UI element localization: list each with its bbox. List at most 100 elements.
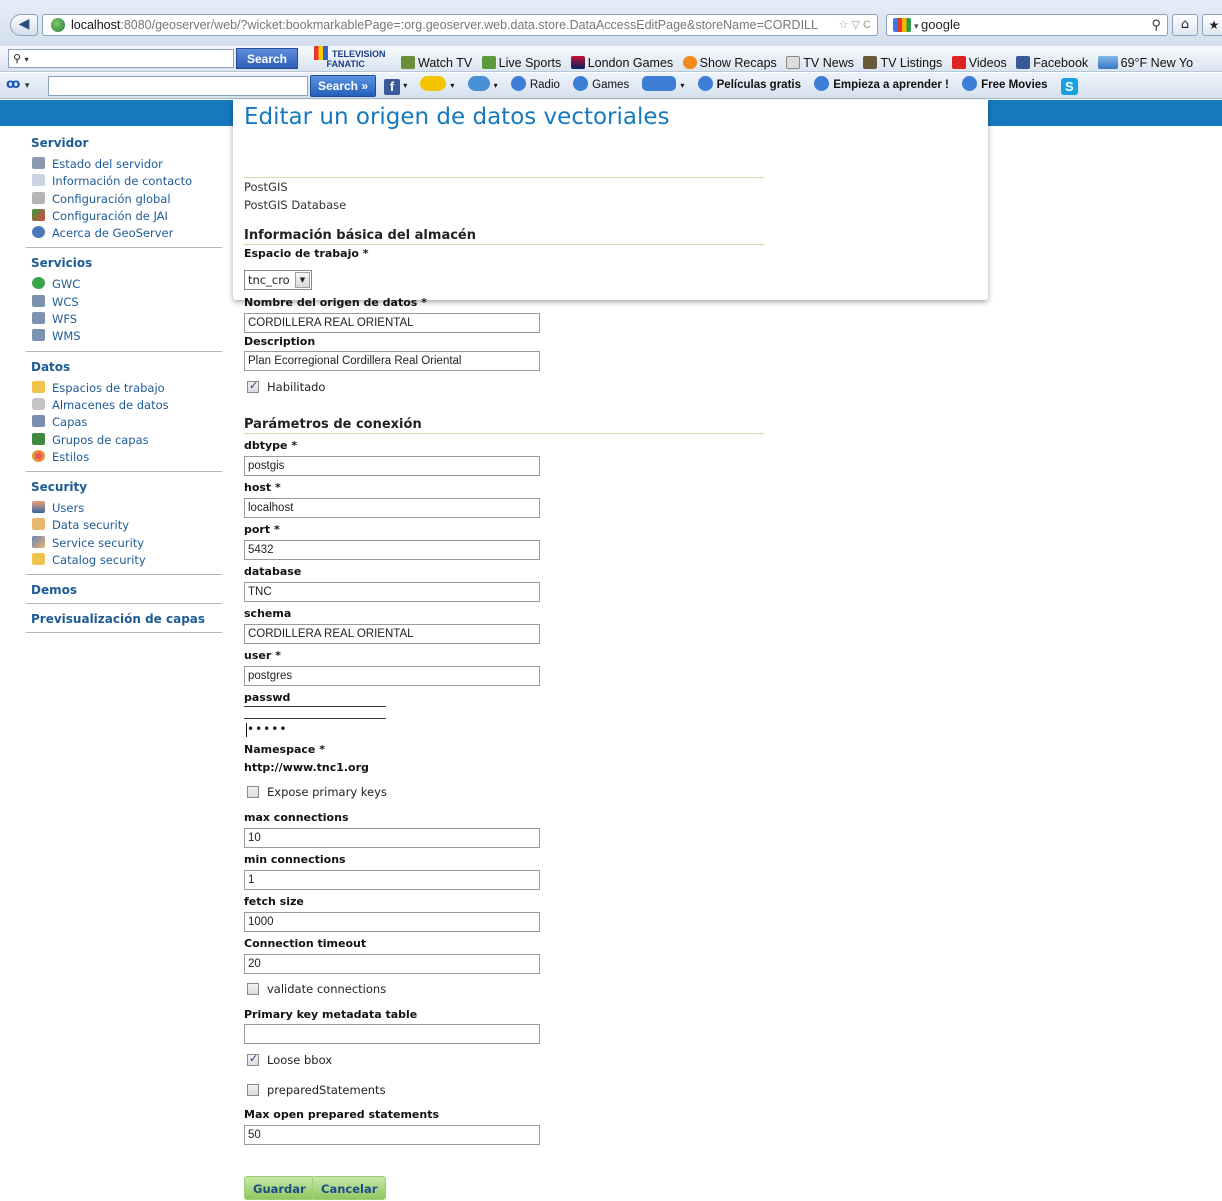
toolbar-link-watch-tv[interactable]: Watch TV — [401, 56, 472, 70]
sidebar-item-label: Configuración de JAI — [52, 208, 168, 223]
site-identity-icon[interactable] — [51, 18, 65, 32]
datasource-name-input[interactable]: CORDILLERA REAL ORIENTAL — [244, 313, 540, 333]
toolbar-link-videos[interactable]: Videos — [951, 56, 1007, 70]
expose-primary-keys-checkbox[interactable] — [247, 786, 259, 798]
radio-button[interactable]: Radio — [510, 76, 560, 91]
home-icon: ⌂ — [1180, 17, 1190, 32]
description-input[interactable]: Plan Ecorregional Cordillera Real Orient… — [244, 351, 540, 371]
empieza-a-aprender-link[interactable]: Empieza a aprender ! — [814, 76, 949, 91]
store-type-description: PostGIS Database — [244, 198, 347, 212]
sidebar-item-grupos-de-capas[interactable]: Grupos de capas — [26, 432, 222, 449]
enabled-checkbox[interactable] — [247, 379, 259, 393]
search-icon[interactable]: ⚲ — [1151, 15, 1161, 35]
sidebar-item-data-security[interactable]: Data security — [26, 517, 222, 534]
toolbar-link-live-sports[interactable]: Live Sports — [481, 56, 561, 70]
toolbar-logo-icon[interactable]: ꝏ ▾ — [6, 77, 44, 95]
pk-metadata-table-input[interactable] — [244, 1024, 540, 1044]
max-prepared-statements-input[interactable]: 50 — [244, 1125, 540, 1145]
port-label: port * — [244, 523, 280, 536]
dropdown-arrow-icon[interactable]: ▽ — [852, 19, 860, 31]
toolbar-link-tv-listings[interactable]: TV Listings — [863, 56, 942, 70]
toolbar-link-show-recaps[interactable]: Show Recaps — [682, 56, 777, 70]
sidebar-item-espacios-de-trabajo[interactable]: Espacios de trabajo — [26, 380, 222, 397]
games-button[interactable]: Games — [573, 76, 629, 91]
sidebar-item-configuracion-de-jai[interactable]: Configuración de JAI — [26, 208, 222, 225]
search-engine-icon[interactable] — [893, 18, 911, 32]
search-engine-dropdown-icon[interactable]: ▾ — [914, 21, 921, 31]
browser-search-query: google — [921, 17, 961, 32]
dbtype-input[interactable]: postgis — [244, 456, 540, 476]
sidebar-item-estado-del-servidor[interactable]: Estado del servidor — [26, 156, 222, 173]
chevron-down-icon[interactable]: ▼ — [295, 272, 310, 288]
sidebar-item-wms[interactable]: WMS — [26, 328, 222, 345]
save-button[interactable]: Guardar — [244, 1176, 315, 1200]
sidebar-item-wfs[interactable]: WFS — [26, 311, 222, 328]
sidebar-section-servicios: Servicios GWC WCS WFS WMS — [26, 256, 222, 352]
sidebar-item-estilos[interactable]: Estilos — [26, 449, 222, 466]
smiley-button[interactable]: ▾ — [420, 76, 454, 91]
sidebar-item-service-security[interactable]: Service security — [26, 535, 222, 552]
toolbar-search-input[interactable]: ⚲ ▾ — [8, 49, 234, 68]
bookmark-star-icon[interactable]: ☆ — [839, 19, 849, 31]
max-connections-input[interactable]: 10 — [244, 828, 540, 848]
passwd-input[interactable]: ••••• — [244, 718, 386, 738]
media-button[interactable]: ▾ — [642, 76, 684, 91]
schema-input[interactable]: CORDILLERA REAL ORIENTAL — [244, 624, 540, 644]
toolbar-2-search-button[interactable]: Search » — [310, 75, 376, 97]
fetch-size-input[interactable]: 1000 — [244, 912, 540, 932]
database-input[interactable]: TNC — [244, 582, 540, 602]
home-button[interactable]: ⌂ — [1172, 14, 1198, 36]
palette-icon — [32, 449, 45, 462]
sidebar-item-wcs[interactable]: WCS — [26, 294, 222, 311]
connection-timeout-input[interactable]: 20 — [244, 954, 540, 974]
address-bar[interactable]: localhost:8080/geoserver/web/?wicket:boo… — [42, 14, 878, 36]
toolbar-link-tv-news[interactable]: TV News — [786, 56, 854, 70]
url-host: localhost — [71, 18, 121, 32]
skype-button[interactable]: S — [1060, 78, 1078, 95]
facebook-button[interactable]: f ▾ — [384, 79, 407, 95]
sidebar-item-capas[interactable]: Capas — [26, 414, 222, 431]
toolbar-weather[interactable]: 69°F New Yo — [1097, 56, 1193, 70]
television-fanatic-logo[interactable]: TELEVISION FANATIC — [314, 46, 386, 69]
sidebar-item-almacenes-de-datos[interactable]: Almacenes de datos — [26, 397, 222, 414]
sidebar-item-configuracion-global[interactable]: Configuración global — [26, 191, 222, 208]
port-input[interactable]: 5432 — [244, 540, 540, 560]
folder-icon — [32, 380, 45, 393]
validate-connections-checkbox[interactable] — [247, 983, 259, 995]
reload-icon[interactable]: C — [863, 19, 871, 31]
user-input[interactable]: postgres — [244, 666, 540, 686]
dropdown-arrow-icon[interactable]: ▾ — [25, 55, 29, 64]
sidebar-item-informacion-de-contacto[interactable]: Información de contacto — [26, 173, 222, 190]
toolbar-search-button[interactable]: Search — [236, 48, 298, 69]
toolbar-2-search-input[interactable] — [48, 76, 308, 96]
layer-group-icon — [32, 432, 45, 445]
cancel-button[interactable]: Cancelar — [312, 1176, 387, 1200]
host-input[interactable]: localhost — [244, 498, 540, 518]
browser-search-box[interactable]: ▾ google ⚲ — [886, 14, 1168, 36]
bookmarks-button[interactable]: ★ — [1202, 14, 1222, 36]
free-movies-link[interactable]: Free Movies — [962, 76, 1048, 91]
sidebar-item-gwc[interactable]: GWC — [26, 276, 222, 293]
store-type: PostGIS — [244, 180, 288, 194]
min-connections-input[interactable]: 1 — [244, 870, 540, 890]
back-button[interactable]: ◀ — [10, 14, 38, 36]
workspace-select[interactable]: tnc_cro ▼ — [244, 270, 312, 290]
toolbar-link-london-games[interactable]: London Games — [570, 56, 674, 70]
sidebar-item-catalog-security[interactable]: Catalog security — [26, 552, 222, 569]
sidebar-link-demos[interactable]: Demos — [31, 583, 222, 597]
toolbar-link-facebook[interactable]: Facebook — [1016, 56, 1088, 70]
sidebar-item-acerca-de-geoserver[interactable]: Acerca de GeoServer — [26, 225, 222, 242]
loose-bbox-checkbox[interactable] — [247, 1052, 259, 1066]
link-label: London Games — [587, 56, 674, 70]
content-card — [233, 100, 988, 300]
sidebar-item-label: Configuración global — [52, 191, 171, 206]
toolbar-2-links: f ▾ ▾ ▾ Radio Games ▾ Películas gratis E… — [384, 73, 1088, 98]
prepared-statements-checkbox[interactable] — [247, 1084, 259, 1096]
connection-params-heading: Parámetros de conexión — [244, 417, 422, 432]
peliculas-gratis-link[interactable]: Películas gratis — [697, 76, 801, 91]
link-label: TV Listings — [880, 56, 943, 70]
game-button[interactable]: ▾ — [467, 76, 498, 91]
sidebar-item-users[interactable]: Users — [26, 500, 222, 517]
sidebar-link-previsualizacion-de-capas[interactable]: Previsualización de capas — [31, 612, 222, 626]
tv-listings-icon — [863, 56, 878, 69]
